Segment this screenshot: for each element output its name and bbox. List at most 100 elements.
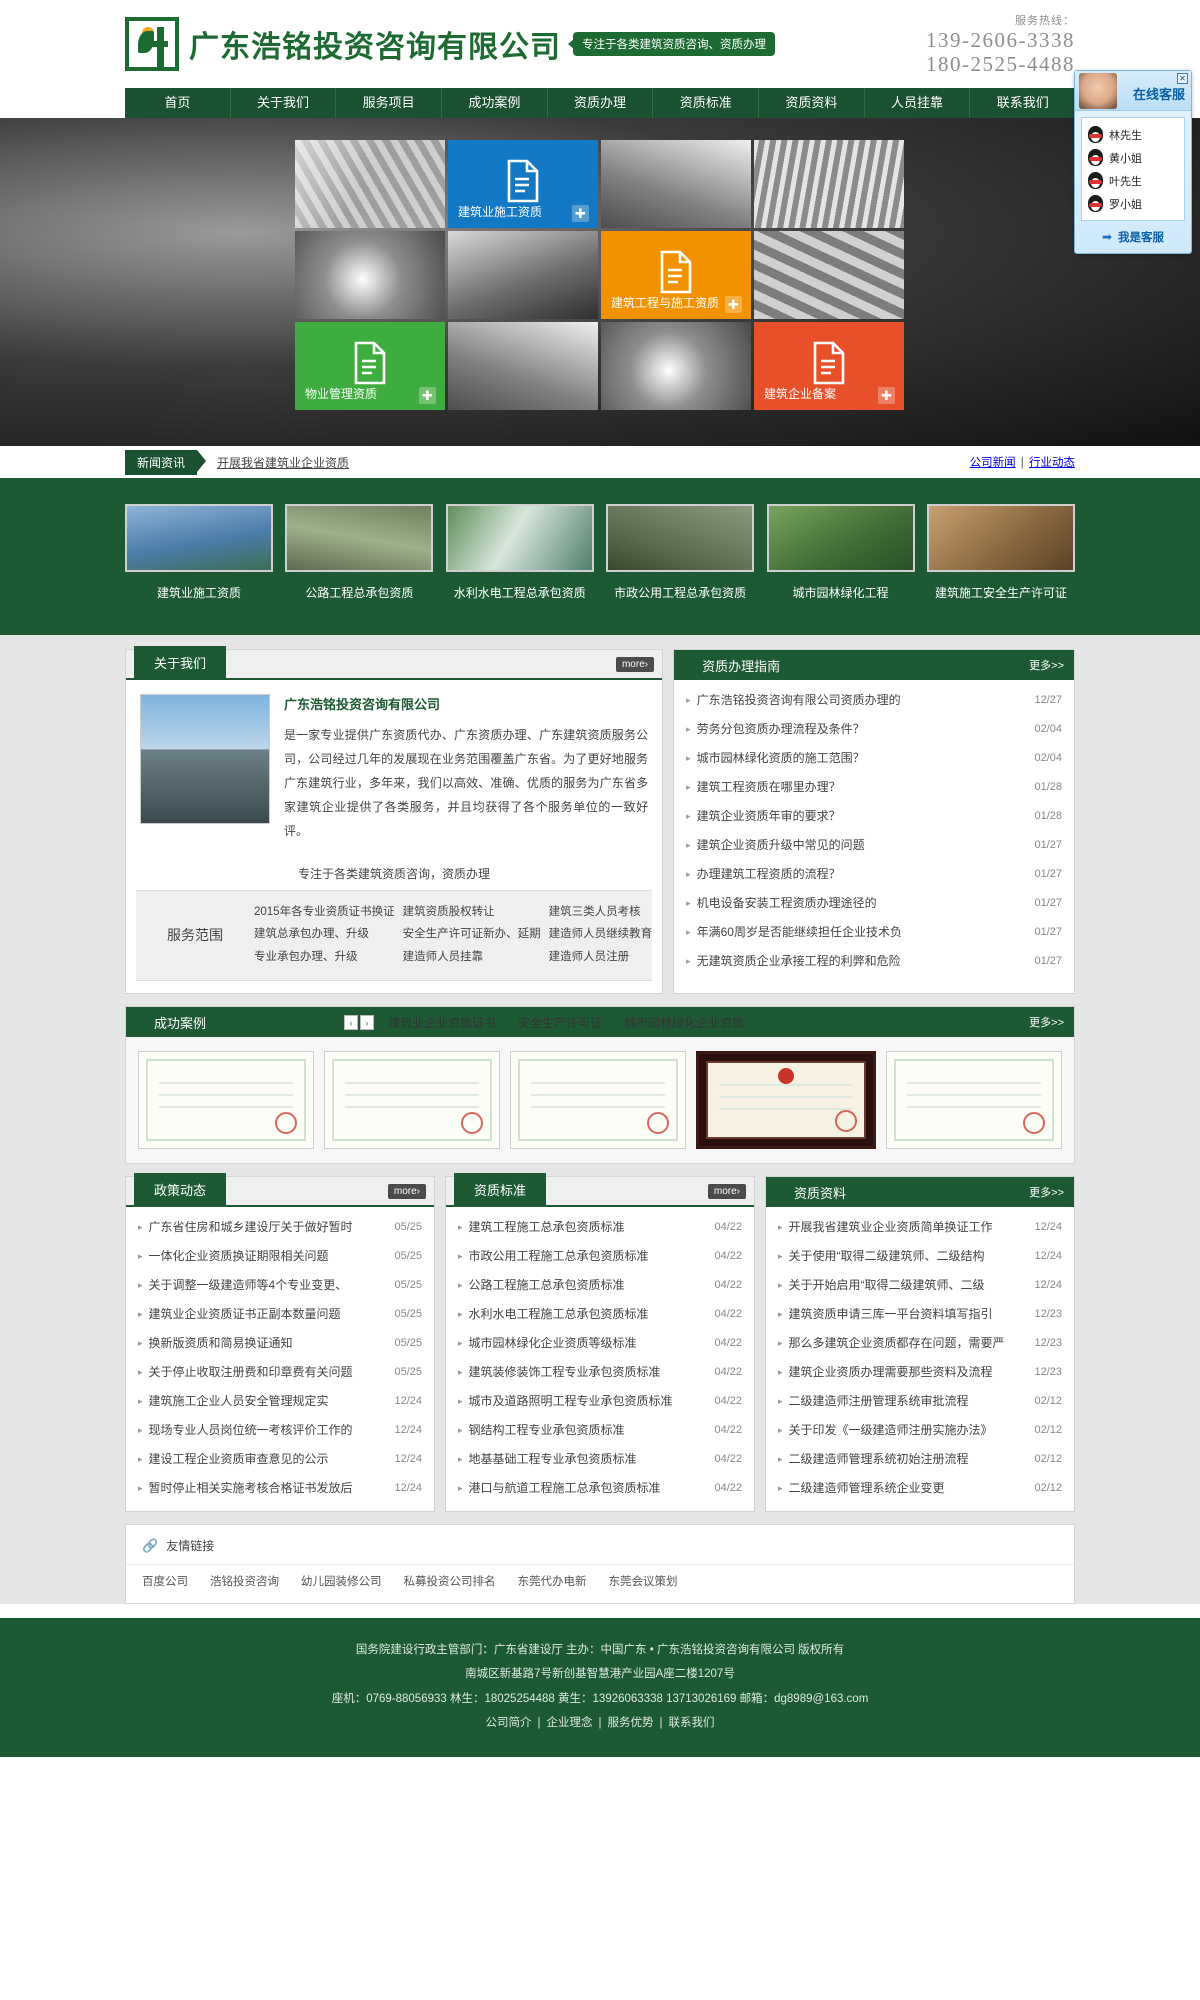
friend-link[interactable]: 浩铭投资咨询 bbox=[210, 1573, 279, 1589]
list-item-link[interactable]: 年满60周岁是否能继续担任企业技术负 bbox=[697, 926, 1027, 938]
link-industry-news[interactable]: 行业动态 bbox=[1029, 457, 1075, 469]
list-item-link[interactable]: 建筑企业资质升级中常见的问题 bbox=[697, 839, 1027, 851]
list-item-link[interactable]: 广东省住房和城乡建设厅关于做好暂时 bbox=[149, 1221, 387, 1233]
list-item[interactable]: ▸ 机电设备安装工程资质办理途径的 01/27 bbox=[686, 889, 1062, 918]
list-item-link[interactable]: 那么多建筑企业资质都存在问题，需要严 bbox=[789, 1337, 1027, 1349]
list-item-link[interactable]: 一体化企业资质换证期限相关问题 bbox=[149, 1250, 387, 1262]
banner-service-tile[interactable]: 建筑企业备案 ✚ bbox=[754, 322, 904, 410]
banner-photo-tile[interactable] bbox=[601, 140, 751, 228]
nav-item-6[interactable]: 资质资料 bbox=[759, 88, 865, 118]
list-item[interactable]: ▸ 二级建造师管理系统初始注册流程 02/12 bbox=[778, 1445, 1062, 1474]
list-item[interactable]: ▸ 关于印发《一级建造师注册实施办法》 02/12 bbox=[778, 1416, 1062, 1445]
list-item[interactable]: ▸ 城市园林绿化资质的施工范围？ 02/04 bbox=[686, 744, 1062, 773]
list-item[interactable]: ▸ 开展我省建筑业企业资质简单换证工作 12/24 bbox=[778, 1213, 1062, 1242]
service-widget-footer[interactable]: ➡ 我是客服 bbox=[1075, 225, 1191, 253]
service-category-card[interactable]: 水利水电工程总承包资质 bbox=[445, 504, 594, 601]
list-item-link[interactable]: 无建筑资质企业承接工程的利弊和危险 bbox=[697, 955, 1027, 967]
list-item-link[interactable]: 关于印发《一级建造师注册实施办法》 bbox=[789, 1424, 1027, 1436]
cases-prev-button[interactable]: ‹ bbox=[344, 1014, 359, 1030]
list-item[interactable]: ▸ 地基基础工程专业承包资质标准 04/22 bbox=[458, 1445, 742, 1474]
list-item[interactable]: ▸ 建筑企业资质年审的要求？ 01/28 bbox=[686, 802, 1062, 831]
list-item[interactable]: ▸ 公路工程施工总承包资质标准 04/22 bbox=[458, 1271, 742, 1300]
footer-link[interactable]: 联系我们 bbox=[669, 1717, 715, 1729]
friend-link[interactable]: 幼儿园装修公司 bbox=[301, 1573, 382, 1589]
list-item-link[interactable]: 二级建造师管理系统企业变更 bbox=[789, 1482, 1027, 1494]
list-item-link[interactable]: 二级建造师管理系统初始注册流程 bbox=[789, 1453, 1027, 1465]
service-agent-item[interactable]: 林先生 bbox=[1086, 123, 1180, 146]
list-item[interactable]: ▸ 建筑工程施工总承包资质标准 04/22 bbox=[458, 1213, 742, 1242]
friend-link[interactable]: 东莞代办电新 bbox=[518, 1573, 587, 1589]
footer-link[interactable]: 企业理念 bbox=[547, 1717, 593, 1729]
list-item[interactable]: ▸ 无建筑资质企业承接工程的利弊和危险 01/27 bbox=[686, 947, 1062, 976]
list-item[interactable]: ▸ 市政公用工程施工总承包资质标准 04/22 bbox=[458, 1242, 742, 1271]
list-item-link[interactable]: 建筑企业资质办理需要那些资料及流程 bbox=[789, 1366, 1027, 1378]
banner-photo-tile[interactable] bbox=[754, 231, 904, 319]
service-category-card[interactable]: 建筑施工安全生产许可证 bbox=[926, 504, 1075, 601]
list-item-link[interactable]: 暂时停止相关实施考核合格证书发放后 bbox=[149, 1482, 387, 1494]
banner-service-tile[interactable]: 建筑业施工资质 ✚ bbox=[448, 140, 598, 228]
list-item-link[interactable]: 建筑工程施工总承包资质标准 bbox=[469, 1221, 707, 1233]
nav-item-1[interactable]: 关于我们 bbox=[231, 88, 337, 118]
banner-photo-tile[interactable] bbox=[601, 322, 751, 410]
list-item-link[interactable]: 市政公用工程施工总承包资质标准 bbox=[469, 1250, 707, 1262]
list-item[interactable]: ▸ 一体化企业资质换证期限相关问题 05/25 bbox=[138, 1242, 422, 1271]
list-item-link[interactable]: 建筑业企业资质证书正副本数量问题 bbox=[149, 1308, 387, 1320]
list-item-link[interactable]: 建筑资质申请三库一平台资料填写指引 bbox=[789, 1308, 1027, 1320]
list-item-link[interactable]: 换新版资质和简易换证通知 bbox=[149, 1337, 387, 1349]
policy-more-link[interactable]: more› bbox=[387, 1183, 426, 1199]
service-agent-item[interactable]: 罗小姐 bbox=[1086, 192, 1180, 215]
list-item[interactable]: ▸ 二级建造师注册管理系统审批流程 02/12 bbox=[778, 1387, 1062, 1416]
list-item[interactable]: ▸ 关于停止收取注册费和印章费有关问题 05/25 bbox=[138, 1358, 422, 1387]
list-item[interactable]: ▸ 年满60周岁是否能继续担任企业技术负 01/27 bbox=[686, 918, 1062, 947]
friend-link[interactable]: 私募投资公司排名 bbox=[404, 1573, 496, 1589]
guide-more-link[interactable]: 更多>> bbox=[1029, 657, 1064, 673]
cases-tab-1[interactable]: 安全生产许可证 bbox=[518, 1014, 602, 1031]
list-item[interactable]: ▸ 建筑企业资质办理需要那些资料及流程 12/23 bbox=[778, 1358, 1062, 1387]
banner-photo-tile[interactable] bbox=[295, 231, 445, 319]
list-item-link[interactable]: 机电设备安装工程资质办理途径的 bbox=[697, 897, 1027, 909]
service-category-card[interactable]: 建筑业施工资质 bbox=[125, 504, 273, 601]
become-agent-link[interactable]: 我是客服 bbox=[1118, 229, 1164, 245]
list-item-link[interactable]: 关于调整一级建造师等4个专业变更、 bbox=[149, 1279, 387, 1291]
certificate-thumbnail[interactable] bbox=[324, 1051, 500, 1150]
company-logo-icon[interactable] bbox=[125, 17, 179, 71]
list-item-link[interactable]: 关于停止收取注册费和印章费有关问题 bbox=[149, 1366, 387, 1378]
plus-icon[interactable]: ✚ bbox=[419, 387, 436, 404]
list-item[interactable]: ▸ 水利水电工程施工总承包资质标准 04/22 bbox=[458, 1300, 742, 1329]
online-service-widget[interactable]: 在线客服 ✕ 林先生 黄小姐 叶先生 罗小姐 ➡ 我是客服 bbox=[1074, 70, 1192, 254]
banner-photo-tile[interactable] bbox=[295, 140, 445, 228]
banner-service-tile[interactable]: 建筑工程与施工资质 ✚ bbox=[601, 231, 751, 319]
list-item-link[interactable]: 城市及道路照明工程专业承包资质标准 bbox=[469, 1395, 707, 1407]
banner-photo-tile[interactable] bbox=[754, 140, 904, 228]
list-item[interactable]: ▸ 建筑资质申请三库一平台资料填写指引 12/23 bbox=[778, 1300, 1062, 1329]
nav-item-8[interactable]: 联系我们 bbox=[970, 88, 1075, 118]
list-item-link[interactable]: 建设工程企业资质审查意见的公示 bbox=[149, 1453, 387, 1465]
friend-link[interactable]: 百度公司 bbox=[142, 1573, 188, 1589]
list-item-link[interactable]: 水利水电工程施工总承包资质标准 bbox=[469, 1308, 707, 1320]
certificate-thumbnail[interactable] bbox=[138, 1051, 314, 1150]
list-item[interactable]: ▸ 广东浩铭投资咨询有限公司资质办理的 12/27 bbox=[686, 686, 1062, 715]
plus-icon[interactable]: ✚ bbox=[572, 205, 589, 222]
list-item[interactable]: ▸ 办理建筑工程资质的流程？ 01/27 bbox=[686, 860, 1062, 889]
about-more-link[interactable]: more› bbox=[615, 656, 655, 672]
cases-more-link[interactable]: 更多>> bbox=[1029, 1014, 1064, 1030]
list-item-link[interactable]: 建筑施工企业人员安全管理规定实 bbox=[149, 1395, 387, 1407]
list-item[interactable]: ▸ 城市园林绿化企业资质等级标准 04/22 bbox=[458, 1329, 742, 1358]
list-item[interactable]: ▸ 关于使用“取得二级建筑师、二级结构 12/24 bbox=[778, 1242, 1062, 1271]
list-item[interactable]: ▸ 建设工程企业资质审查意见的公示 12/24 bbox=[138, 1445, 422, 1474]
list-item-link[interactable]: 二级建造师注册管理系统审批流程 bbox=[789, 1395, 1027, 1407]
service-category-card[interactable]: 城市园林绿化工程 bbox=[766, 504, 915, 601]
banner-photo-tile[interactable] bbox=[448, 231, 598, 319]
list-item[interactable]: ▸ 换新版资质和简易换证通知 05/25 bbox=[138, 1329, 422, 1358]
nav-item-3[interactable]: 成功案例 bbox=[442, 88, 548, 118]
news-headline[interactable]: 开展我省建筑业企业资质 bbox=[217, 454, 349, 471]
list-item-link[interactable]: 办理建筑工程资质的流程？ bbox=[697, 868, 1027, 880]
list-item-link[interactable]: 建筑装修装饰工程专业承包资质标准 bbox=[469, 1366, 707, 1378]
close-icon[interactable]: ✕ bbox=[1177, 73, 1188, 84]
footer-link[interactable]: 公司简介 bbox=[486, 1717, 532, 1729]
list-item-link[interactable]: 地基基础工程专业承包资质标准 bbox=[469, 1453, 707, 1465]
cases-tab-2[interactable]: 城市园林绿化企业资质 bbox=[624, 1014, 744, 1031]
list-item-link[interactable]: 钢结构工程专业承包资质标准 bbox=[469, 1424, 707, 1436]
list-item[interactable]: ▸ 建筑企业资质升级中常见的问题 01/27 bbox=[686, 831, 1062, 860]
list-item-link[interactable]: 关于开始启用“取得二级建筑师、二级 bbox=[789, 1279, 1027, 1291]
